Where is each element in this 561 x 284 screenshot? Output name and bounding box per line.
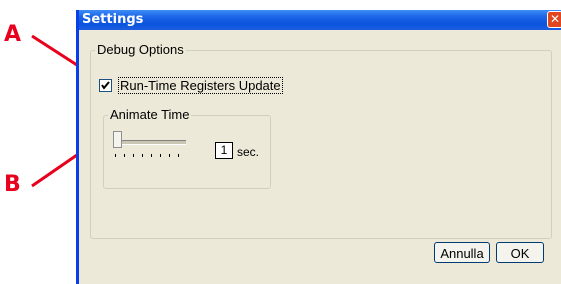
animate-time-input[interactable]: 1	[215, 142, 233, 159]
slider-track[interactable]	[114, 140, 186, 145]
title-bar[interactable]: Settings ✕	[79, 10, 561, 30]
ok-button[interactable]: OK	[496, 242, 544, 263]
animate-time-group: Animate Time 1 sec.	[103, 107, 271, 189]
animate-time-unit: sec.	[237, 145, 260, 159]
settings-dialog: Settings ✕ Debug Options Run-Time Regist…	[76, 10, 561, 284]
window-title: Settings	[82, 12, 144, 27]
run-time-registers-label[interactable]: Run-Time Registers Update	[118, 77, 283, 94]
animate-time-slider[interactable]	[110, 129, 190, 159]
checkmark-icon	[101, 81, 110, 90]
slider-ticks	[115, 154, 187, 157]
run-time-registers-option[interactable]: Run-Time Registers Update	[99, 77, 283, 94]
close-icon: ✕	[549, 12, 561, 26]
close-button[interactable]: ✕	[547, 11, 561, 28]
debug-options-group: Debug Options Run-Time Registers Update …	[90, 42, 552, 239]
animate-time-legend: Animate Time	[108, 107, 192, 122]
run-time-registers-checkbox[interactable]	[99, 79, 112, 92]
slider-thumb[interactable]	[113, 131, 122, 148]
cancel-button[interactable]: Annulla	[434, 242, 490, 263]
debug-options-legend: Debug Options	[95, 42, 186, 57]
